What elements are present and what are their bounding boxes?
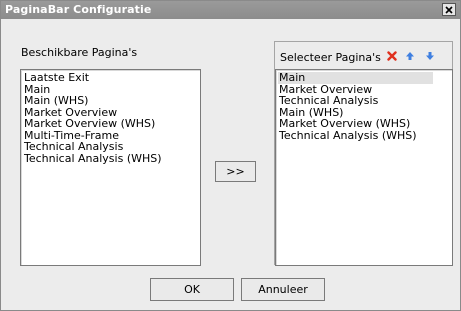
close-icon [445, 5, 453, 14]
window-title: PaginaBar Configuratie [5, 3, 152, 16]
move-up-button[interactable] [404, 50, 416, 62]
move-down-button[interactable] [424, 50, 436, 62]
cancel-button-label: Annuleer [258, 283, 308, 296]
list-item[interactable]: Laatste Exit [23, 72, 200, 84]
list-item[interactable]: Technical Analysis [23, 141, 200, 153]
ok-button-label: OK [184, 283, 200, 296]
list-item[interactable]: Market Overview (WHS) [278, 118, 452, 130]
add-page-button[interactable]: >> [215, 161, 256, 182]
available-pages-list[interactable]: Laatste Exit Main Main (WHS) Market Overvie… [20, 69, 201, 266]
move-down-icon [426, 52, 434, 60]
list-item[interactable]: Main (WHS) [23, 95, 200, 107]
dialog-window: PaginaBar Configuratie Beschikbare Pagin… [0, 0, 461, 311]
move-up-icon [406, 52, 414, 60]
selected-pages-list[interactable]: Main Market Overview Technical Analysis Mai… [275, 69, 453, 266]
delete-icon [387, 51, 397, 61]
delete-page-button[interactable] [386, 50, 398, 62]
selected-pages-label: Selecteer Pagina's [280, 51, 381, 64]
ok-button[interactable]: OK [150, 278, 234, 301]
list-item[interactable]: Technical Analysis [278, 95, 452, 107]
cancel-button[interactable]: Annuleer [241, 278, 325, 301]
title-bar[interactable]: PaginaBar Configuratie [1, 1, 460, 19]
list-item[interactable]: Main [278, 72, 433, 84]
list-item[interactable]: Technical Analysis (WHS) [23, 152, 200, 165]
list-item[interactable]: Market Overview (WHS) [23, 118, 200, 130]
list-item[interactable]: Technical Analysis (WHS) [278, 129, 452, 142]
add-page-button-label: >> [226, 165, 245, 178]
available-pages-label: Beschikbare Pagina's [21, 46, 138, 59]
close-button[interactable] [442, 3, 456, 16]
